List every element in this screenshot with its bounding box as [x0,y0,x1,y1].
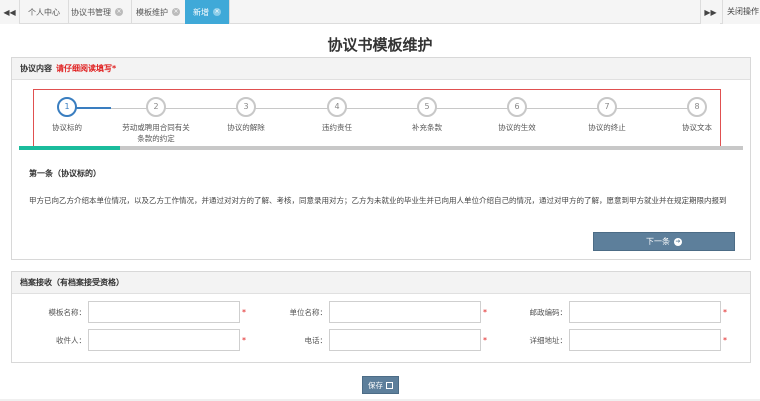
template-name-input[interactable] [88,301,240,323]
detailed-address-input[interactable] [569,329,721,351]
step-label: 劳动或聘用合同有关条款的约定 [122,123,190,143]
tab-close-icon[interactable]: × [213,8,221,16]
form-row-2: 收件人： * 电话： * 详细地址： * [12,329,752,351]
arrow-right-circle-icon: ➔ [674,237,682,246]
page-title: 协议书模板维护 [327,37,433,54]
article-body: 甲方已向乙方介绍本单位情况，以及乙方工作情况，并通过对对方的了解、考核，同意录用… [29,196,727,205]
step-label: 协议的终止 [588,123,626,132]
tab-template-maintenance[interactable]: 模板维护 × [128,0,189,24]
step-progress-fill [19,146,121,150]
tab-agreement-management[interactable]: 协议书管理 × [63,0,132,24]
template-name-label: 模板名称： [48,308,87,317]
required-mark: * [242,308,246,317]
next-button-label: 下一条 [646,237,670,246]
step-number: 5 [417,97,437,117]
step-label: 违约责任 [322,123,352,132]
tab-scroll-right-button[interactable]: ▶▶ [700,0,720,24]
panel-header-title: 协议内容 [20,64,52,73]
tab-personal-center[interactable]: 个人中心 [20,0,69,24]
panel-header: 档案接收（有档案接受资格） [12,272,750,294]
step-number: 2 [146,97,166,117]
step-progress-bar [19,146,743,150]
panel-header: 协议内容 请仔细阅读填写* [12,58,750,80]
tab-close-icon[interactable]: × [172,8,180,16]
article-title: 第一条（协议标的） [29,169,101,178]
unit-name-label: 单位名称： [289,308,328,317]
floppy-disk-icon [386,381,393,389]
step-label: 补充条款 [412,123,442,132]
double-left-arrow-icon: ◀◀ [3,7,16,17]
step-1[interactable]: 1 协议标的 [27,97,107,133]
postal-code-input[interactable] [569,301,721,323]
step-3[interactable]: 3 协议的解除 [206,97,286,133]
required-mark: * [242,336,246,345]
step-label: 协议的生效 [498,123,536,132]
close-operations-menu[interactable]: 关闭操作 [722,0,760,24]
step-7[interactable]: 7 协议的终止 [567,97,647,133]
fill-warning-text: 请仔细阅读填写* [56,64,117,73]
step-number: 6 [507,97,527,117]
tab-label: 协议书管理 [71,7,111,17]
step-2[interactable]: 2 劳动或聘用合同有关条款的约定 [116,97,196,144]
tab-close-icon[interactable]: × [115,8,123,16]
panel-body: 1 协议标的 2 劳动或聘用合同有关条款的约定 3 协议的解除 4 违约责任 5 补充条款… [12,80,750,259]
tab-add-new[interactable]: 新增 × [185,0,230,24]
agreement-content-panel: 协议内容 请仔细阅读填写* 1 协议标的 2 劳动或聘用合同有关条款的约定 3 协议的解… [11,57,751,260]
required-mark: * [723,308,727,317]
tab-bar: ◀◀ 个人中心 协议书管理 × 模板维护 × 新增 × ▶▶ 关闭操作 [0,0,760,24]
phone-input[interactable] [329,329,481,351]
phone-label: 电话： [304,336,328,345]
step-4[interactable]: 4 违约责任 [297,97,377,133]
tab-scroll-left-button[interactable]: ◀◀ [0,0,20,24]
step-label: 协议标的 [52,123,82,132]
step-number: 8 [687,97,707,117]
step-number: 7 [597,97,617,117]
required-mark: * [483,336,487,345]
unit-name-input[interactable] [329,301,481,323]
recipient-input[interactable] [88,329,240,351]
step-label: 协议的解除 [227,123,265,132]
save-button-label: 保存 [368,380,383,390]
tab-label: 模板维护 [136,7,168,17]
step-label: 协议文本 [682,123,712,132]
required-mark: * [483,308,487,317]
recipient-label: 收件人： [56,336,86,345]
tab-label: 新增 [193,7,209,17]
step-number: 3 [236,97,256,117]
next-article-button[interactable]: 下一条 ➔ [593,232,735,251]
step-wizard: 1 协议标的 2 劳动或聘用合同有关条款的约定 3 协议的解除 4 违约责任 5 补充条款… [33,89,721,149]
required-mark: * [723,336,727,345]
save-button[interactable]: 保存 [362,376,399,394]
postal-code-label: 邮政编码： [529,308,568,317]
step-number: 1 [57,97,77,117]
step-number: 4 [327,97,347,117]
tab-label: 个人中心 [28,7,60,17]
step-6[interactable]: 6 协议的生效 [477,97,557,133]
double-right-arrow-icon: ▶▶ [704,7,717,17]
step-5[interactable]: 5 补充条款 [387,97,467,133]
step-8[interactable]: 8 协议文本 [657,97,737,133]
detailed-address-label: 详细地址： [529,336,568,345]
form-row-1: 模板名称： * 单位名称： * 邮政编码： * [12,301,752,323]
archive-receiving-panel: 档案接收（有档案接受资格） 模板名称： * 单位名称： * 邮政编码： * 收件… [11,271,751,363]
